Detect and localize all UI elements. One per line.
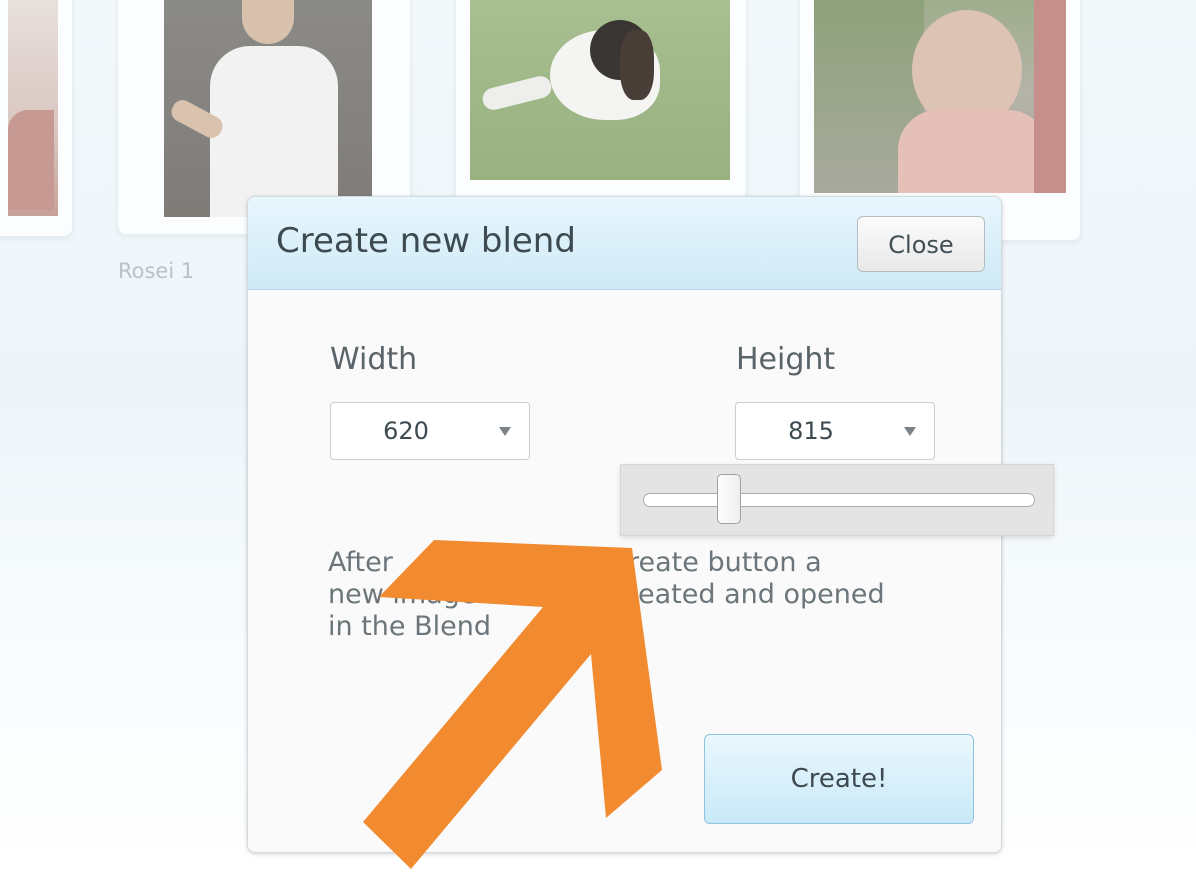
help-text-fragment: new image wi <box>328 579 515 610</box>
help-text: After reate button a new image wi eated … <box>328 547 948 643</box>
help-text-fragment: After <box>328 547 393 578</box>
dialog-header: Create new blend Close <box>248 197 1001 290</box>
slider-thumb[interactable] <box>716 474 741 524</box>
height-select[interactable]: 815 <box>735 402 935 460</box>
help-text-fragment: reate button a <box>628 547 822 578</box>
help-line-2: new image wi eated and opened <box>328 579 948 611</box>
chevron-down-icon <box>904 427 916 436</box>
height-label: Height <box>736 342 836 377</box>
width-select-value: 620 <box>383 417 429 445</box>
help-text-fragment: in the Blend <box>328 611 491 642</box>
gallery-photo <box>164 0 372 217</box>
create-blend-dialog: Create new blend Close Width 620 Height … <box>247 196 1054 853</box>
width-label: Width <box>330 342 418 377</box>
help-line-3: in the Blend <box>328 611 948 643</box>
help-text-fragment: eated and opened <box>638 579 885 610</box>
gallery-photo <box>814 0 1066 193</box>
chevron-down-icon <box>499 427 511 436</box>
size-slider-popup <box>620 464 1054 536</box>
gallery-photo <box>8 0 58 216</box>
help-line-1: After reate button a <box>328 547 948 579</box>
gallery-card[interactable] <box>0 0 72 236</box>
gallery-photo <box>470 0 730 180</box>
height-select-value: 815 <box>788 417 834 445</box>
dialog-title: Create new blend <box>276 221 576 261</box>
width-select[interactable]: 620 <box>330 402 530 460</box>
create-button[interactable]: Create! <box>704 734 974 824</box>
gallery-caption: Rosei 1 <box>118 259 195 283</box>
close-button[interactable]: Close <box>857 216 985 272</box>
slider-track[interactable] <box>643 493 1035 507</box>
gallery-card[interactable] <box>456 0 746 200</box>
